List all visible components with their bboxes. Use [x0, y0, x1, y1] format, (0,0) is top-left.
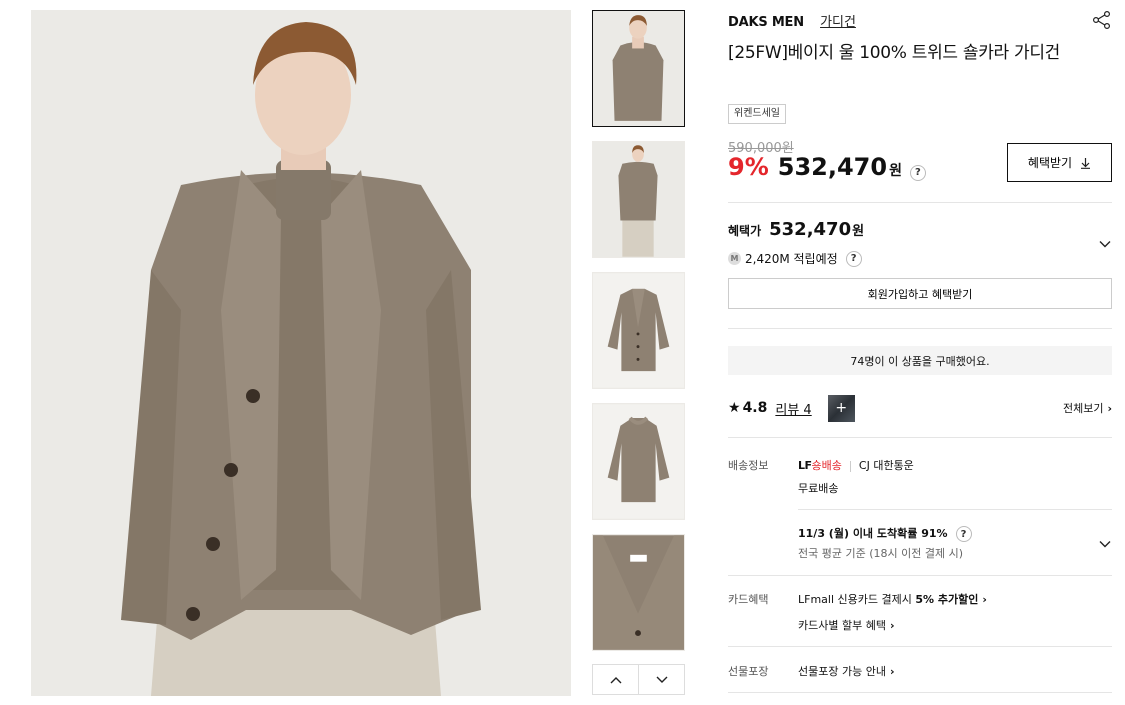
benefit-currency: 원 [852, 224, 865, 239]
share-icon[interactable] [1092, 10, 1112, 30]
chevron-right-icon: › [1107, 402, 1112, 415]
chevron-down-icon [656, 676, 667, 683]
thumbnail-nav [592, 664, 685, 695]
thumbnail-model-front[interactable] [592, 10, 685, 127]
arrival-estimate: 11/3 (월) 이내 도착확률 91%? [798, 525, 972, 542]
card-benefit-line1[interactable]: LFmall 신용카드 결제시 5% 추가할인 › [798, 591, 987, 607]
points-row: M 2,420M 적립예정 ? [728, 250, 862, 267]
chevron-down-icon[interactable] [1098, 237, 1112, 251]
chevron-right-icon: › [889, 665, 895, 678]
shipping-fee: 무료배송 [798, 482, 839, 495]
discount-rate: 9% [728, 153, 769, 181]
thumbnail-list [592, 10, 685, 665]
gift-wrap-label: 선물포장 [728, 665, 769, 678]
chevron-right-icon: › [982, 593, 987, 606]
lf-delivery-label: 숑배송 [811, 459, 842, 472]
benefit-button-label: 혜택받기 [1027, 156, 1073, 170]
thumbnail-flat-back[interactable] [592, 403, 685, 520]
divider [728, 437, 1112, 438]
divider [728, 692, 1112, 693]
brand-link[interactable]: DAKS MEN [728, 15, 804, 30]
category-link[interactable]: 가디건 [820, 15, 856, 30]
brand-row: DAKS MEN 가디건 [728, 10, 1112, 30]
points-help-icon[interactable]: ? [845, 250, 862, 267]
star-icon: ★ [728, 400, 741, 416]
benefit-price-label: 혜택가 [728, 224, 762, 238]
review-row: ★ 4.8 리뷰 4 + 전체보기 › [728, 394, 1112, 422]
review-photo-thumbnail[interactable]: + [827, 394, 855, 422]
thumbnail-down-button[interactable] [639, 665, 684, 694]
purchase-count-notice: 74명이 이 상품을 구매했어요. [728, 346, 1112, 375]
download-icon [1081, 157, 1091, 169]
benefit-price-row: 혜택가 532,470 원 [728, 219, 864, 240]
price-row: 9% 532,470 원 ? [728, 153, 926, 181]
points-text: 2,420M 적립예정 [745, 252, 838, 266]
separator [849, 460, 851, 472]
divider [728, 575, 1112, 576]
thumbnail-flat-front[interactable] [592, 272, 685, 389]
main-product-image[interactable] [31, 10, 571, 696]
chevron-right-icon: › [889, 619, 895, 632]
courier-name: CJ 대한통운 [858, 459, 914, 472]
plus-icon: + [835, 400, 848, 416]
lf-logo: LF [798, 459, 812, 472]
shipping-label: 배송정보 [728, 459, 769, 472]
thumbnail-model-full[interactable] [592, 141, 685, 258]
thumbnail-collar-detail[interactable] [592, 534, 685, 651]
model-photo [31, 10, 571, 696]
sale-price: 532,470 [777, 153, 888, 181]
benefit-download-button[interactable]: 혜택받기 [1007, 143, 1112, 182]
card-installment-link[interactable]: 카드사별 할부 혜택 › [798, 617, 895, 633]
review-count-link[interactable]: 리뷰 4 [775, 399, 811, 418]
rating-value: 4.8 [742, 400, 768, 416]
price-help-icon[interactable]: ? [909, 164, 926, 181]
join-benefit-button[interactable]: 회원가입하고 혜택받기 [728, 278, 1112, 309]
chevron-up-icon [610, 676, 621, 683]
arrival-help-icon[interactable]: ? [955, 526, 972, 542]
divider [728, 202, 1112, 203]
card-benefit-label: 카드혜택 [728, 593, 769, 606]
arrival-note: 전국 평균 기준 (18시 이전 결제 시) [798, 547, 963, 560]
divider [798, 509, 1112, 510]
gift-wrap-link[interactable]: 선물포장 가능 안내 › [798, 663, 895, 679]
currency-unit: 원 [889, 163, 902, 179]
product-title: [25FW]베이지 울 100% 트위드 숄카라 가디건 [728, 43, 1061, 63]
mileage-icon: M [728, 252, 741, 265]
divider [728, 328, 1112, 329]
divider [728, 646, 1112, 647]
view-all-reviews-link[interactable]: 전체보기 › [1063, 400, 1112, 416]
chevron-down-icon[interactable] [1098, 537, 1112, 551]
shipping-carrier: LF숑배송 CJ 대한통운 [798, 457, 914, 473]
benefit-price: 532,470 [769, 219, 852, 240]
thumbnail-up-button[interactable] [593, 665, 639, 694]
sale-tag: 위켄드세일 [728, 104, 786, 124]
